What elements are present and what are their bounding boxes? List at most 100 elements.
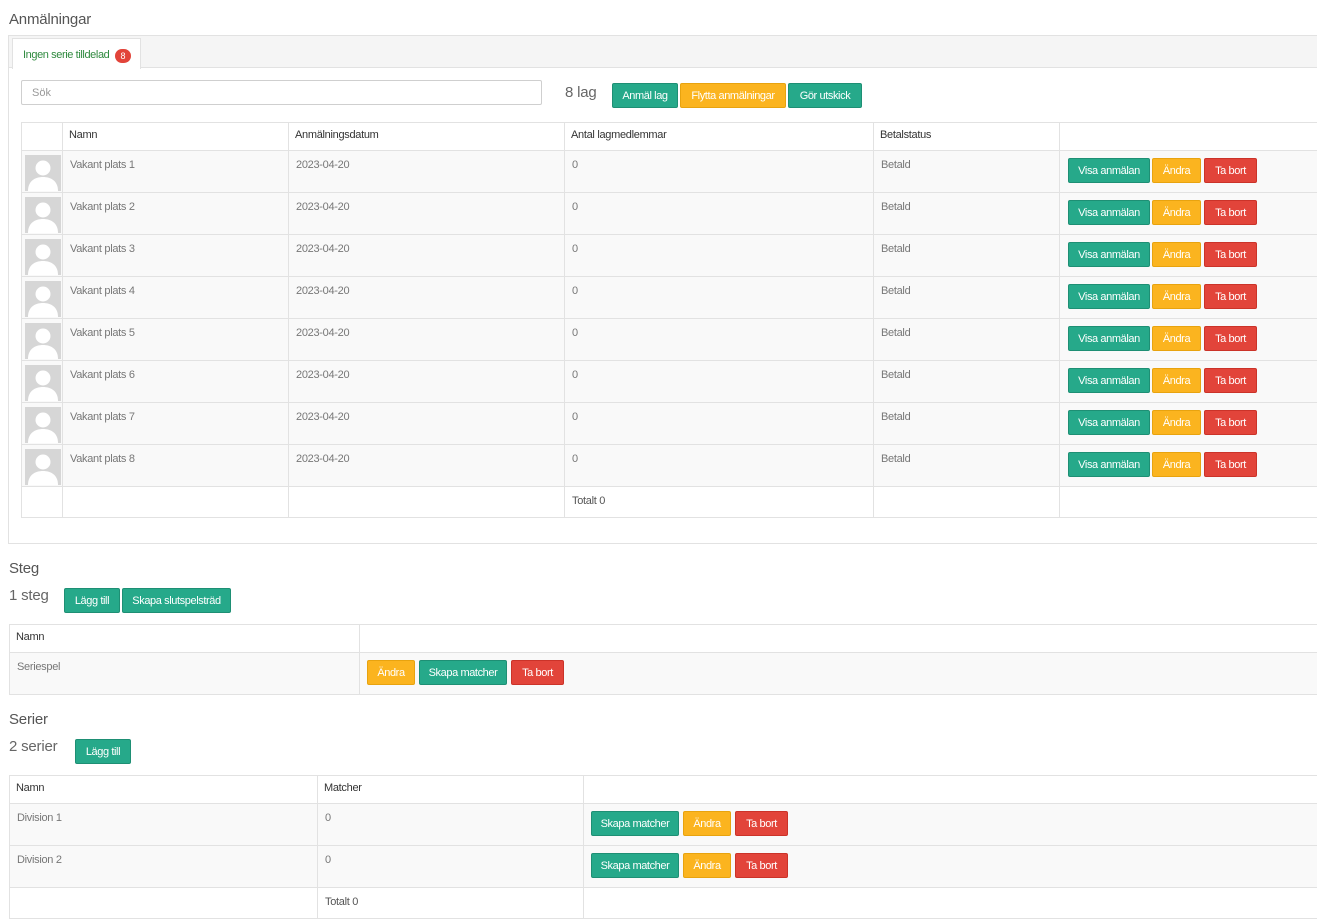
user-placeholder-icon xyxy=(25,449,61,485)
create-bracket-button[interactable]: Skapa slutspelsträd xyxy=(122,588,231,613)
delete-registration-button[interactable]: Ta bort xyxy=(1204,410,1257,435)
team-name: Vakant plats 7 xyxy=(70,411,135,423)
add-step-button[interactable]: Lägg till xyxy=(64,588,120,613)
members-total: Totalt 0 xyxy=(572,495,605,507)
match-count: 0 xyxy=(325,812,331,824)
payment-status: Betald xyxy=(881,369,910,381)
team-name: Vakant plats 3 xyxy=(70,243,135,255)
column-header-name[interactable]: Namn xyxy=(10,776,318,804)
user-placeholder-icon xyxy=(25,155,61,191)
delete-registration-button[interactable]: Ta bort xyxy=(1204,200,1257,225)
view-registration-button[interactable]: Visa anmälan xyxy=(1068,200,1150,225)
view-registration-button[interactable]: Visa anmälan xyxy=(1068,158,1150,183)
team-count: 8 lag xyxy=(565,84,597,101)
registrations-panel: Ingen serie tilldelad 8 8 lag Anmäl lag … xyxy=(8,35,1317,544)
column-header-status[interactable]: Betalstatus xyxy=(874,123,1060,151)
column-header-matches[interactable]: Matcher xyxy=(318,776,584,804)
table-header-row: Namn Anmälningsdatum Antal lagmedlemmar … xyxy=(22,123,1317,151)
user-placeholder-icon xyxy=(25,407,61,443)
team-name: Vakant plats 8 xyxy=(70,453,135,465)
delete-registration-button[interactable]: Ta bort xyxy=(1204,452,1257,477)
register-team-button[interactable]: Anmäl lag xyxy=(612,83,678,108)
edit-registration-button[interactable]: Ändra xyxy=(1152,242,1201,267)
table-row: Vakant plats 52023-04-200BetaldVisa anmä… xyxy=(22,319,1317,361)
delete-step-button[interactable]: Ta bort xyxy=(511,660,564,685)
member-count: 0 xyxy=(572,243,578,255)
steps-count: 1 steg xyxy=(9,587,49,604)
registration-date: 2023-04-20 xyxy=(296,327,349,339)
tab-unassigned[interactable]: Ingen serie tilldelad 8 xyxy=(12,38,141,69)
delete-registration-button[interactable]: Ta bort xyxy=(1204,368,1257,393)
table-row: Division 20Skapa matcherÄndraTa bort xyxy=(10,846,1317,888)
add-series-button[interactable]: Lägg till xyxy=(75,739,131,764)
edit-registration-button[interactable]: Ändra xyxy=(1152,368,1201,393)
payment-status: Betald xyxy=(881,411,910,423)
edit-registration-button[interactable]: Ändra xyxy=(1152,158,1201,183)
create-matches-button[interactable]: Skapa matcher xyxy=(591,853,679,878)
edit-series-button[interactable]: Ändra xyxy=(683,811,731,836)
table-row: Vakant plats 72023-04-200BetaldVisa anmä… xyxy=(22,403,1317,445)
total-row: Totalt 0 xyxy=(10,888,1317,919)
edit-registration-button[interactable]: Ändra xyxy=(1152,284,1201,309)
table-row: Vakant plats 42023-04-200BetaldVisa anmä… xyxy=(22,277,1317,319)
column-header-actions xyxy=(360,625,1317,653)
registrations-table: Namn Anmälningsdatum Antal lagmedlemmar … xyxy=(21,122,1317,518)
table-row: Division 1 0 Skapa matcherÄndraTa bort xyxy=(10,804,1317,846)
registration-date: 2023-04-20 xyxy=(296,369,349,381)
column-header-name[interactable]: Namn xyxy=(10,625,360,653)
column-header-date[interactable]: Anmälningsdatum xyxy=(289,123,565,151)
view-registration-button[interactable]: Visa anmälan xyxy=(1068,242,1150,267)
column-header-avatar xyxy=(22,123,63,151)
table-row: Vakant plats 12023-04-200BetaldVisa anmä… xyxy=(22,151,1317,193)
member-count: 0 xyxy=(572,285,578,297)
move-registrations-button[interactable]: Flytta anmälningar xyxy=(680,83,786,108)
view-registration-button[interactable]: Visa anmälan xyxy=(1068,284,1150,309)
search-input[interactable] xyxy=(21,80,542,105)
registrations-title: Anmälningar xyxy=(9,11,91,28)
column-header-name[interactable]: Namn xyxy=(63,123,289,151)
edit-registration-button[interactable]: Ändra xyxy=(1152,452,1201,477)
edit-registration-button[interactable]: Ändra xyxy=(1152,326,1201,351)
delete-registration-button[interactable]: Ta bort xyxy=(1204,326,1257,351)
tab-label: Ingen serie tilldelad xyxy=(23,49,109,61)
series-count: 2 serier xyxy=(9,738,57,755)
column-header-members[interactable]: Antal lagmedlemmar xyxy=(565,123,874,151)
payment-status: Betald xyxy=(881,243,910,255)
table-header-row: Namn xyxy=(10,625,1317,653)
series-name: Division 1 xyxy=(17,812,62,824)
user-placeholder-icon xyxy=(25,281,61,317)
team-name: Vakant plats 2 xyxy=(70,201,135,213)
delete-registration-button[interactable]: Ta bort xyxy=(1204,284,1257,309)
edit-registration-button[interactable]: Ändra xyxy=(1152,200,1201,225)
edit-registration-button[interactable]: Ändra xyxy=(1152,410,1201,435)
delete-series-button[interactable]: Ta bort xyxy=(735,811,788,836)
mailout-button[interactable]: Gör utskick xyxy=(788,83,862,108)
create-matches-button[interactable]: Skapa matcher xyxy=(419,660,507,685)
create-matches-button[interactable]: Skapa matcher xyxy=(591,811,679,836)
delete-registration-button[interactable]: Ta bort xyxy=(1204,242,1257,267)
tab-count-badge: 8 xyxy=(115,49,131,63)
edit-series-button[interactable]: Ändra xyxy=(683,853,731,878)
user-placeholder-icon xyxy=(25,239,61,275)
series-name: Division 2 xyxy=(17,854,62,866)
payment-status: Betald xyxy=(881,159,910,171)
view-registration-button[interactable]: Visa anmälan xyxy=(1068,410,1150,435)
registration-date: 2023-04-20 xyxy=(296,159,349,171)
tab-bar: Ingen serie tilldelad 8 xyxy=(9,36,1317,68)
member-count: 0 xyxy=(572,159,578,171)
member-count: 0 xyxy=(572,369,578,381)
matches-total: Totalt 0 xyxy=(325,896,358,908)
registration-date: 2023-04-20 xyxy=(296,453,349,465)
payment-status: Betald xyxy=(881,285,910,297)
view-registration-button[interactable]: Visa anmälan xyxy=(1068,368,1150,393)
edit-step-button[interactable]: Ändra xyxy=(367,660,415,685)
table-row: Vakant plats 62023-04-200BetaldVisa anmä… xyxy=(22,361,1317,403)
delete-series-button[interactable]: Ta bort xyxy=(735,853,788,878)
total-row: Totalt 0 xyxy=(22,487,1317,518)
user-placeholder-icon xyxy=(25,323,61,359)
view-registration-button[interactable]: Visa anmälan xyxy=(1068,452,1150,477)
team-name: Vakant plats 4 xyxy=(70,285,135,297)
delete-registration-button[interactable]: Ta bort xyxy=(1204,158,1257,183)
team-name: Vakant plats 5 xyxy=(70,327,135,339)
view-registration-button[interactable]: Visa anmälan xyxy=(1068,326,1150,351)
